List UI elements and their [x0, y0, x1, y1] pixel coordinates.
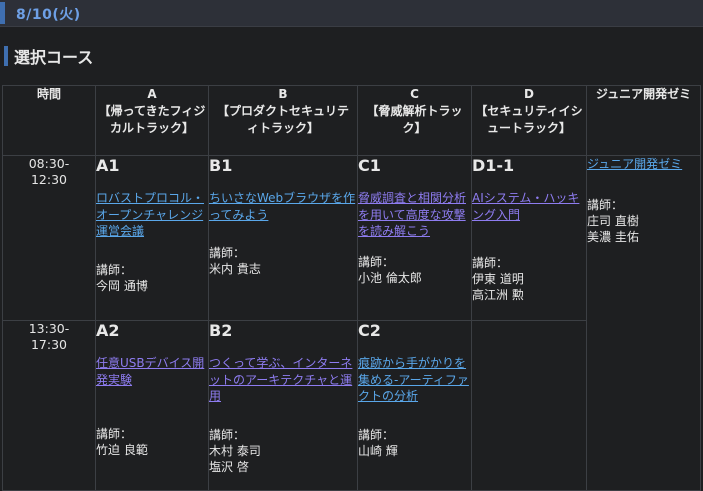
lecturer-name: 今岡 通博: [96, 278, 148, 293]
lecturer-name: 塩沢 啓: [209, 459, 249, 474]
schedule-row-morning: 08:30- 12:30 A1 ロバストプロコル・オープンチャレンジ運営会議 講…: [2, 155, 701, 491]
time-slot: 08:30- 12:30: [2, 155, 96, 321]
lecturer-name: 美濃 圭佑: [587, 229, 639, 244]
course-cell-a1: A1 ロバストプロコル・オープンチャレンジ運営会議 講師： 今岡 通博: [95, 155, 209, 321]
lecturer-name: 高江洲 勲: [472, 288, 524, 302]
course-link[interactable]: AIシステム・ハッキング入門: [472, 190, 586, 223]
date-label: 8/10(火): [16, 7, 81, 23]
course-code: B1: [209, 156, 233, 175]
course-cell-c1: C1 脅威調査と相関分析を用いて高度な攻撃を読み解こう 講師： 小池 倫太郎: [357, 155, 472, 321]
section-accent-bar: [4, 46, 8, 66]
empty-cell: [471, 320, 587, 491]
header-track-a: A 【帰ってきたフィジカルトラック】: [95, 85, 209, 156]
course-link[interactable]: ちいさなWebブラウザを作ってみよう: [209, 190, 357, 223]
junior-seminar-cell: ジュニア開発ゼミ 講師： 庄司 直樹 美濃 圭佑: [586, 155, 701, 491]
course-link[interactable]: つくって学ぶ、インターネットのアーキテクチャと運用: [209, 355, 357, 405]
track-letter: B: [278, 87, 288, 101]
header-track-d: D 【セキュリティイシュートラック】: [471, 85, 587, 156]
track-letter: C: [410, 87, 419, 101]
lecturer-label: 講師：: [96, 262, 133, 277]
lecturer-name: 山崎 輝: [358, 443, 398, 458]
lecturer-name: 竹迫 良範: [96, 443, 148, 457]
course-link[interactable]: 脅威調査と相関分析を用いて高度な攻撃を読み解こう: [358, 190, 471, 240]
course-code: B2: [209, 321, 233, 340]
lecturer-label: 講師：: [209, 427, 246, 442]
lecturer-label: 講師：: [96, 427, 133, 441]
lecturer-label: 講師：: [587, 197, 624, 212]
date-header: 8/10(火): [0, 0, 703, 27]
track-name: 【プロダクトセキュリティトラック】: [216, 104, 349, 135]
header-time: 時間: [2, 85, 96, 156]
junior-seminar-link[interactable]: ジュニア開発ゼミ: [587, 156, 700, 173]
course-cell-c2: C2 痕跡から手がかりを集める-アーティファクトの分析 講師： 山崎 輝: [357, 320, 472, 491]
course-cell-a2: A2 任意USBデバイス開発実験 講師： 竹迫 良範: [95, 320, 209, 491]
course-code: C1: [358, 156, 381, 175]
time-slot: 13:30- 17:30: [2, 320, 96, 491]
course-code: C2: [358, 321, 381, 340]
lecturer-name: 木村 泰司: [209, 443, 261, 458]
lecturer-label: 講師：: [209, 246, 246, 260]
track-name: 【帰ってきたフィジカルトラック】: [98, 104, 206, 135]
lecturer-name: 庄司 直樹: [587, 213, 639, 228]
header-track-b: B 【プロダクトセキュリティトラック】: [208, 85, 358, 156]
course-code: A2: [96, 321, 120, 340]
course-code: D1-1: [472, 156, 515, 175]
course-link[interactable]: ロバストプロコル・オープンチャレンジ運営会議: [96, 190, 208, 240]
header-track-c: C 【脅威解析トラック】: [357, 85, 472, 156]
section-title: 選択コース: [14, 48, 94, 67]
course-code: A1: [96, 156, 120, 175]
course-cell-b1: B1 ちいさなWebブラウザを作ってみよう 講師： 米内 貴志: [208, 155, 358, 321]
header-row: 時間 A 【帰ってきたフィジカルトラック】 B 【プロダクトセキュリティトラック…: [2, 85, 701, 156]
lecturer-name: 伊東 道明: [472, 272, 524, 286]
track-name: 【脅威解析トラック】: [366, 104, 463, 135]
lecturer-name: 米内 貴志: [209, 262, 261, 276]
lecturer-label: 講師：: [472, 256, 509, 270]
date-accent-bar: [0, 2, 5, 24]
course-cell-b2: B2 つくって学ぶ、インターネットのアーキテクチャと運用 講師： 木村 泰司 塩…: [208, 320, 358, 491]
course-link[interactable]: 痕跡から手がかりを集める-アーティファクトの分析: [358, 355, 471, 405]
lecturer-label: 講師：: [358, 427, 395, 442]
track-letter: D: [524, 87, 534, 101]
header-junior: ジュニア開発ゼミ: [586, 85, 701, 156]
lecturer-name: 小池 倫太郎: [358, 270, 422, 285]
track-name: 【セキュリティイシュートラック】: [475, 104, 583, 135]
track-letter: A: [147, 87, 157, 101]
schedule-table: 時間 A 【帰ってきたフィジカルトラック】 B 【プロダクトセキュリティトラック…: [2, 85, 701, 491]
course-link[interactable]: 任意USBデバイス開発実験: [96, 355, 208, 388]
course-cell-d1-1: D1-1 AIシステム・ハッキング入門 講師： 伊東 道明 高江洲 勲: [471, 155, 587, 321]
lecturer-label: 講師：: [358, 254, 395, 269]
